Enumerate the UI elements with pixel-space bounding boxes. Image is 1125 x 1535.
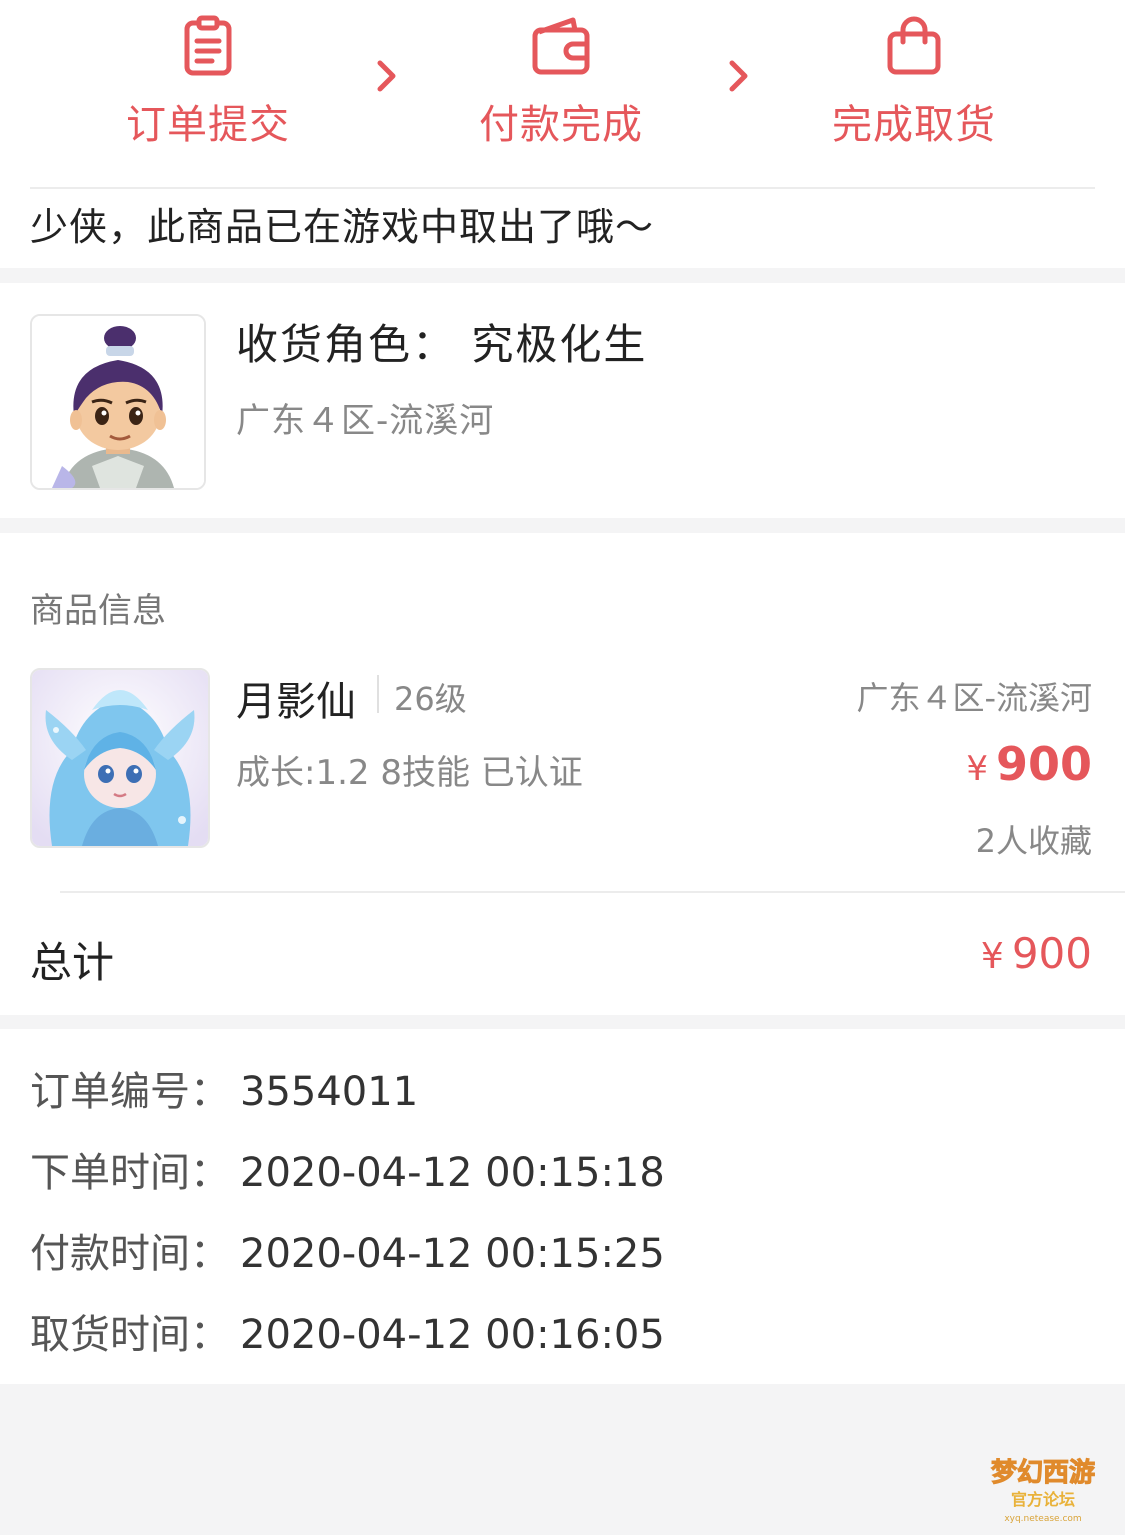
goods-name[interactable]: 月影仙: [236, 669, 356, 727]
shopping-bag-icon: [887, 16, 941, 75]
receiver-card[interactable]: 收货角色： 究极化生 广东４区-流溪河: [0, 283, 1125, 518]
goods-section: 商品信息 月影仙 26级 成长:1.2 8技能 已认证 广东４区-流溪河 ¥ 9…: [0, 533, 1125, 1015]
step-order-submitted: 订单提交: [88, 14, 328, 150]
info-key: 订单编号：: [30, 1069, 230, 1115]
price-value: 900: [995, 737, 1092, 791]
divider: [30, 187, 1095, 189]
wallet-icon: [532, 17, 590, 75]
forum-watermark-logo: 梦幻西游 官方论坛 xyq.netease.com: [973, 1447, 1113, 1527]
info-key: 付款时间：: [30, 1231, 230, 1277]
chevron-right-icon: [729, 60, 748, 92]
divider: [377, 675, 379, 713]
chevron-right-icon: [377, 60, 396, 92]
receiver-title: 收货角色： 究极化生: [236, 320, 648, 369]
step-label: 付款完成: [479, 102, 643, 148]
order-info: 订单编号： 3554011 下单时间： 2020-04-12 00:15:18 付款…: [0, 1029, 1125, 1384]
order-number[interactable]: 3554011: [240, 1069, 418, 1115]
step-label: 完成取货: [832, 102, 996, 148]
pickup-time-row: 取货时间： 2020-04-12 00:16:05: [30, 1302, 665, 1360]
step-label: 订单提交: [126, 102, 290, 148]
goods-server: 广东４区-流溪河: [856, 679, 1092, 717]
pickup-time: 2020-04-12 00:16:05: [240, 1312, 665, 1358]
payment-time-row: 付款时间： 2020-04-12 00:15:25: [30, 1221, 665, 1279]
status-notice: 少侠，此商品已在游戏中取出了哦～: [30, 205, 655, 249]
receiver-server: 广东４区-流溪河: [236, 401, 495, 441]
order-number-row: 订单编号： 3554011: [30, 1059, 418, 1117]
goods-attributes: 成长:1.2 8技能 已认证: [236, 753, 583, 793]
order-time: 2020-04-12 00:15:18: [240, 1150, 665, 1196]
currency-symbol: ¥: [980, 936, 1004, 977]
character-avatar: [30, 314, 206, 490]
goods-level: 26级: [394, 680, 467, 718]
currency-symbol: ¥: [966, 749, 988, 789]
watermark-line2: 官方论坛: [1011, 1490, 1075, 1509]
payment-time: 2020-04-12 00:15:25: [240, 1231, 665, 1277]
total-amount: 900: [1011, 929, 1092, 978]
watermark-line3: xyq.netease.com: [1004, 1514, 1081, 1524]
info-key: 取货时间：: [30, 1312, 230, 1358]
order-progress: 订单提交 付款完成 完成取货 少侠，此商品已在游戏中取出了哦～: [0, 0, 1125, 268]
step-pickup-complete: 完成取货: [794, 14, 1034, 150]
total-label: 总计: [30, 938, 115, 987]
section-title: 商品信息: [30, 591, 166, 631]
divider: [60, 891, 1125, 893]
goods-thumbnail[interactable]: [30, 668, 210, 848]
pet-portrait-icon: [32, 670, 208, 846]
total-value: ¥900: [981, 929, 1092, 978]
step-payment-complete: 付款完成: [441, 14, 681, 150]
goods-price: ¥900: [966, 737, 1092, 791]
favorites-count: 2人收藏: [975, 822, 1092, 860]
character-portrait-icon: [32, 316, 204, 488]
watermark-line1: 梦幻西游: [991, 1458, 1095, 1488]
info-key: 下单时间：: [30, 1150, 230, 1196]
watermark-logo-icon: 梦幻西游 官方论坛 xyq.netease.com: [990, 1458, 1095, 1525]
order-time-row: 下单时间： 2020-04-12 00:15:18: [30, 1140, 665, 1198]
clipboard-icon: [184, 15, 232, 76]
